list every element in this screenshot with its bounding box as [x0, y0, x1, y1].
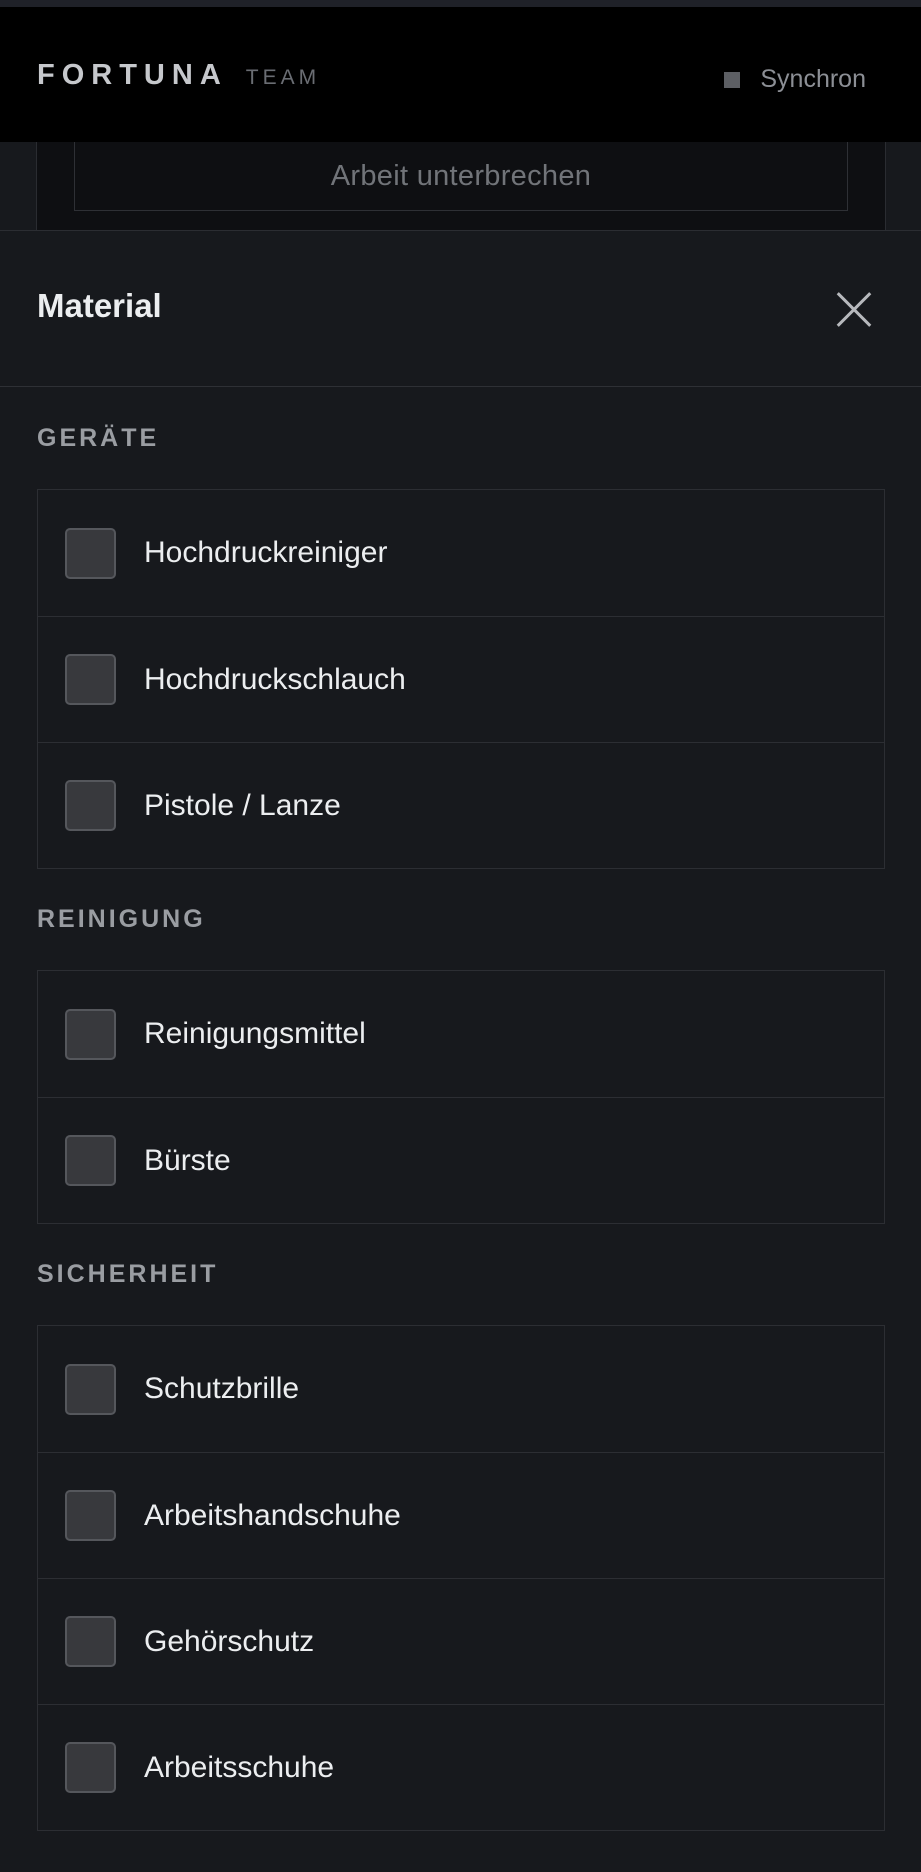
checkbox[interactable] [65, 1135, 116, 1186]
group-geraete: GERÄTE Hochdruckreiniger Hochdruckschlau… [37, 416, 885, 869]
background-card: Arbeit unterbrechen [36, 142, 886, 230]
brand-subtitle: TEAM [245, 66, 321, 89]
group-sicherheit: SICHERHEIT Schutzbrille Arbeitshandschuh… [37, 1252, 885, 1831]
sheet-header: Material [0, 231, 921, 387]
checklist-item[interactable]: Arbeitsschuhe [38, 1704, 884, 1830]
sheet-title: Material [37, 287, 162, 324]
checklist-item[interactable]: Pistole / Lanze [38, 742, 884, 868]
checkbox[interactable] [65, 1742, 116, 1793]
group-reinigung: REINIGUNG Reinigungsmittel Bürste [37, 897, 885, 1224]
checklist-item-label: Gehörschutz [144, 1624, 315, 1658]
pause-work-button: Arbeit unterbrechen [74, 142, 848, 211]
checklist-item-label: Arbeitshandschuhe [144, 1498, 401, 1532]
brand-name: FORTUNA [37, 59, 228, 91]
checklist-item[interactable]: Gehörschutz [38, 1578, 884, 1704]
checklist-item-label: Arbeitsschuhe [144, 1750, 335, 1784]
checklist-item-label: Bürste [144, 1143, 231, 1177]
checklist-item-label: Reinigungsmittel [144, 1017, 366, 1050]
checkbox[interactable] [65, 1363, 116, 1415]
checklist-item-label: Hochdruckreiniger [144, 536, 388, 569]
close-icon[interactable] [836, 291, 872, 327]
group-title: SICHERHEIT [37, 1260, 219, 1288]
checkbox[interactable] [65, 780, 116, 831]
material-sheet: Material GERÄTE Hochdruckreiniger Hochdr… [0, 230, 921, 1872]
checklist-item[interactable]: Arbeitshandschuhe [38, 1452, 884, 1578]
checklist-item[interactable]: Schutzbrille [38, 1326, 884, 1452]
checklist-item[interactable]: Reinigungsmittel [38, 971, 884, 1097]
app-header: FORTUNA TEAM Synchron [0, 7, 921, 142]
checklist-item-label: Pistole / Lanze [144, 788, 341, 822]
status-strip [0, 0, 921, 7]
checklist-item-label: Schutzbrille [144, 1372, 300, 1405]
checkbox[interactable] [65, 1490, 116, 1541]
checkbox[interactable] [65, 1008, 116, 1060]
sync-status: Synchron [724, 65, 866, 94]
checklist-item[interactable]: Hochdruckschlauch [38, 616, 884, 742]
checklist: Schutzbrille Arbeitshandschuhe Gehörschu… [37, 1325, 885, 1831]
checkbox[interactable] [65, 1616, 116, 1667]
checklist-item[interactable]: Bürste [38, 1097, 884, 1223]
checkbox[interactable] [65, 654, 116, 705]
checklist-item-label: Hochdruckschlauch [144, 662, 406, 696]
checklist-item[interactable]: Hochdruckreiniger [38, 490, 884, 616]
sync-status-icon [724, 71, 741, 88]
checklist: Hochdruckreiniger Hochdruckschlauch Pist… [37, 489, 885, 869]
brand-logo: FORTUNA TEAM [37, 59, 320, 92]
sync-status-label: Synchron [760, 65, 866, 93]
group-title: REINIGUNG [37, 905, 206, 933]
checkbox[interactable] [65, 527, 116, 579]
group-title: GERÄTE [37, 424, 160, 452]
checklist: Reinigungsmittel Bürste [37, 970, 885, 1224]
